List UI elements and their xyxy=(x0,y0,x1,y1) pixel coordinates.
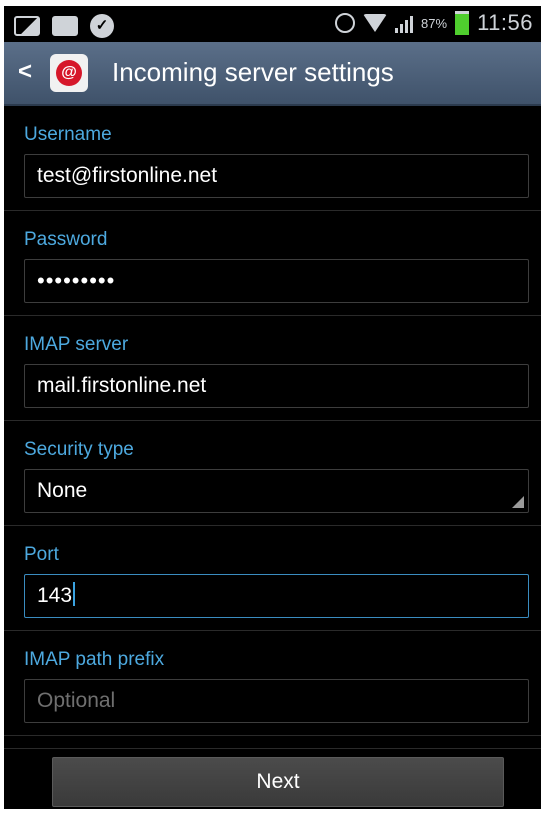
security-type-dropdown[interactable]: None xyxy=(24,469,529,513)
imap-server-value: mail.firstonline.net xyxy=(37,374,207,397)
battery-percent: 87% xyxy=(421,15,448,31)
password-value: ••••••••• xyxy=(37,268,116,293)
imap-path-prefix-section: IMAP path prefix Optional xyxy=(4,631,541,736)
text-cursor xyxy=(73,582,76,607)
port-section: Port 143 xyxy=(4,526,541,631)
chevron-left-icon[interactable]: < xyxy=(18,60,32,84)
device-screen: ✓ 87% 11:56 < @ Incoming server settings… xyxy=(4,6,541,809)
action-bar: < @ Incoming server settings xyxy=(4,42,541,106)
password-section: Password ••••••••• xyxy=(4,211,541,316)
dropdown-corner-icon xyxy=(512,496,524,508)
password-field[interactable]: ••••••••• xyxy=(24,259,529,303)
signal-icon xyxy=(395,13,414,33)
imap-server-label: IMAP server xyxy=(24,334,129,355)
message-notification-icon xyxy=(52,16,78,36)
system-icons: 87% 11:56 xyxy=(335,10,533,36)
alarm-icon xyxy=(335,13,356,33)
imap-path-prefix-field[interactable]: Optional xyxy=(24,679,529,723)
username-section: Username test@firstonline.net xyxy=(4,106,541,211)
port-label: Port xyxy=(24,544,59,565)
imap-server-field[interactable]: mail.firstonline.net xyxy=(24,364,529,408)
imap-path-prefix-placeholder: Optional xyxy=(37,689,116,712)
security-type-label: Security type xyxy=(24,439,134,460)
clock: 11:56 xyxy=(477,10,533,35)
email-app-icon[interactable]: @ xyxy=(50,54,88,92)
bottom-bar: Next xyxy=(4,748,541,809)
username-field[interactable]: test@firstonline.net xyxy=(24,154,529,198)
imap-path-prefix-label: IMAP path prefix xyxy=(24,649,165,670)
status-bar: ✓ 87% 11:56 xyxy=(4,6,541,42)
battery-icon xyxy=(455,11,470,35)
port-field[interactable]: 143 xyxy=(24,574,529,618)
server-settings-form: Username test@firstonline.net Password •… xyxy=(4,106,541,736)
page-title: Incoming server settings xyxy=(112,57,394,87)
at-sign-icon: @ xyxy=(56,60,82,86)
username-label: Username xyxy=(24,124,112,145)
imap-server-section: IMAP server mail.firstonline.net xyxy=(4,316,541,421)
port-value: 143 xyxy=(37,584,73,607)
check-notification-icon: ✓ xyxy=(90,14,114,38)
next-button[interactable]: Next xyxy=(52,757,504,807)
wifi-icon xyxy=(363,14,388,32)
password-label: Password xyxy=(24,229,108,250)
username-value: test@firstonline.net xyxy=(37,164,218,187)
notification-icons: ✓ xyxy=(14,14,114,38)
security-type-value: None xyxy=(37,479,88,502)
security-type-section: Security type None xyxy=(4,421,541,526)
image-notification-icon xyxy=(14,16,40,36)
